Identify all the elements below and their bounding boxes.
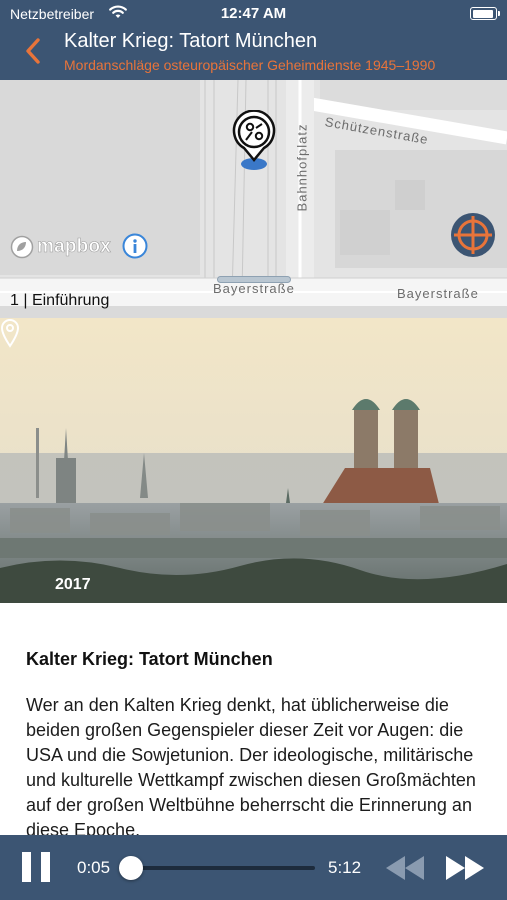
- chevron-left-icon[interactable]: [22, 36, 46, 66]
- battery-icon: [470, 7, 500, 20]
- drawer-handle[interactable]: [217, 276, 291, 283]
- photo-year: 2017: [55, 576, 91, 593]
- top-bar: Netzbetreiber 12:47 AM Kalter Krieg: Tat…: [0, 0, 507, 80]
- rewind-icon[interactable]: [385, 855, 425, 881]
- progress-knob[interactable]: [119, 856, 143, 880]
- street-label-bayerstrasse-1: Bayerstraße: [213, 281, 295, 296]
- fast-forward-icon[interactable]: [445, 855, 485, 881]
- map-view[interactable]: Schützenstraße Bahnhofplatz Bayerstraße …: [0, 80, 507, 318]
- mapbox-logo[interactable]: mapbox: [10, 233, 111, 261]
- current-time: 0:05: [77, 858, 111, 877]
- mapbox-icon: [10, 235, 34, 259]
- crosshair-icon[interactable]: [450, 212, 496, 258]
- pause-icon[interactable]: [22, 852, 50, 882]
- article-title: Kalter Krieg: Tatort München: [26, 649, 273, 669]
- location-pin-outline-icon: [0, 319, 20, 348]
- audio-player: 0:05 5:12: [0, 835, 507, 900]
- chapter-label: 1 | Einführung: [10, 292, 110, 309]
- status-time: 12:47 AM: [220, 5, 287, 22]
- mapbox-wordmark: mapbox: [37, 236, 112, 258]
- location-pin-icon[interactable]: [230, 110, 278, 174]
- info-icon[interactable]: [122, 233, 148, 259]
- progress-slider[interactable]: [119, 856, 315, 880]
- article: Kalter Krieg: Tatort München Wer an den …: [0, 603, 507, 835]
- munich-skyline-image: [0, 318, 507, 603]
- page-subtitle: Mordanschläge osteuropäischer Geheimdien…: [64, 57, 436, 73]
- article-body: Wer an den Kalten Krieg denkt, hat üblic…: [26, 695, 476, 835]
- status-bar: Netzbetreiber 12:47 AM: [0, 0, 507, 28]
- street-label-bahnhofplatz: Bahnhofplatz: [294, 123, 310, 212]
- page-title: Kalter Krieg: Tatort München: [64, 30, 318, 52]
- street-label-bayerstrasse-2: Bayerstraße: [397, 286, 479, 301]
- station-photo: 2017: [0, 318, 507, 603]
- total-time: 5:12: [328, 858, 362, 877]
